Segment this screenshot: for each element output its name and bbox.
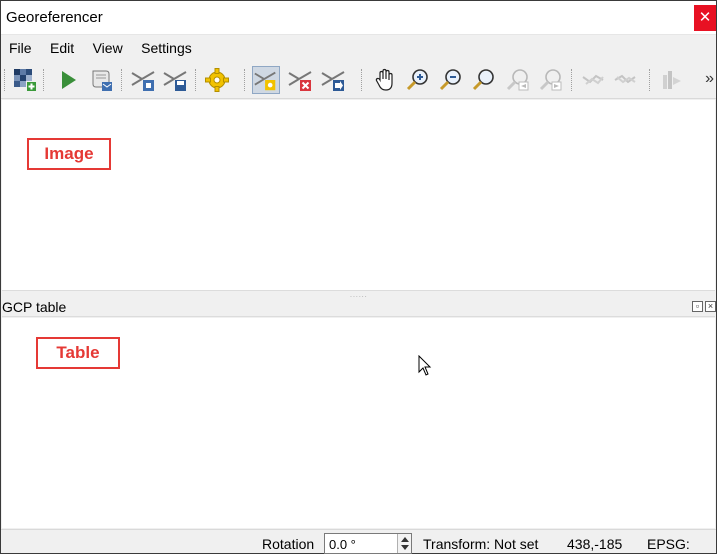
add-point-icon — [254, 71, 276, 91]
spin-up-icon[interactable] — [401, 537, 409, 542]
image-annotation-label: Image — [27, 138, 111, 170]
menu-file[interactable]: File — [7, 36, 34, 60]
gcp-table-title: GCP table — [2, 299, 67, 315]
transform-status: Transform: Not set — [423, 536, 539, 552]
toolbar-separator — [43, 69, 45, 91]
open-raster-button[interactable] — [11, 66, 39, 94]
link-georeferencer-to-qgis-button[interactable] — [579, 66, 607, 94]
generate-gdal-script-icon — [92, 70, 112, 91]
spin-down-icon[interactable] — [401, 545, 409, 550]
link-qgis-to-georeferencer-icon — [614, 74, 636, 84]
delete-point-icon — [288, 71, 312, 91]
coordinates-readout: 438,-185 — [567, 536, 623, 552]
menu-bar: File Edit View Settings — [1, 36, 716, 60]
save-gcp-points-button[interactable] — [162, 66, 190, 94]
close-icon: × — [707, 301, 714, 311]
load-gcp-points-button[interactable] — [130, 66, 158, 94]
menu-view[interactable]: View — [91, 36, 125, 60]
open-raster-icon — [14, 69, 36, 91]
float-icon: ▫ — [695, 301, 700, 311]
close-button[interactable]: ✕ — [694, 5, 716, 31]
menu-edit[interactable]: Edit — [48, 36, 76, 60]
zoom-out-button[interactable] — [437, 66, 465, 94]
image-canvas[interactable]: Image — [2, 100, 715, 290]
toolbar-overflow-button[interactable]: » — [705, 70, 714, 88]
save-gcp-points-icon — [163, 71, 187, 91]
gcp-table-dock-header: GCP table ▫ × — [2, 297, 716, 317]
toolbar-separator — [649, 69, 651, 91]
zoom-last-button[interactable] — [504, 66, 532, 94]
full-histogram-stretch-button[interactable] — [658, 66, 686, 94]
zoom-next-button[interactable] — [537, 66, 565, 94]
move-gcp-point-button[interactable] — [320, 66, 348, 94]
link-georeferencer-to-qgis-icon — [582, 74, 604, 85]
zoom-in-button[interactable] — [404, 66, 432, 94]
window-title: Georeferencer — [6, 9, 103, 26]
mouse-pointer-icon — [418, 355, 432, 376]
rotation-spin-buttons[interactable] — [397, 534, 411, 553]
status-bar: Rotation 0.0 ° Transform: Not set 438,-1… — [1, 529, 716, 554]
transformation-settings-icon — [205, 68, 229, 92]
zoom-last-icon — [506, 69, 529, 91]
zoom-to-layer-button[interactable] — [470, 66, 498, 94]
full-histogram-stretch-icon — [663, 71, 681, 89]
zoom-in-icon — [406, 69, 428, 91]
toolbar-separator — [195, 69, 197, 91]
menu-settings[interactable]: Settings — [139, 36, 194, 60]
toolbar-handle[interactable] — [4, 69, 6, 91]
start-georeferencing-icon — [62, 71, 76, 89]
rotation-label: Rotation — [262, 536, 315, 552]
toolbar-separator — [571, 69, 573, 91]
delete-point-button[interactable] — [287, 66, 315, 94]
float-dock-button[interactable]: ▫ — [692, 301, 703, 312]
toolbar-separator — [121, 69, 123, 91]
epsg-status[interactable]: EPSG: — [647, 536, 690, 552]
pan-button[interactable] — [371, 66, 399, 94]
close-icon: ✕ — [698, 9, 712, 26]
load-gcp-points-icon — [131, 71, 155, 91]
zoom-to-layer-icon — [472, 69, 494, 91]
gcp-table[interactable]: Table — [2, 318, 715, 528]
georeferencer-window: Georeferencer ✕ File Edit View Settings — [0, 0, 717, 554]
close-dock-button[interactable]: × — [705, 301, 716, 312]
start-georeferencing-button[interactable] — [54, 66, 82, 94]
panel-splitter[interactable]: ...... — [2, 290, 715, 299]
generate-gdal-script-button[interactable] — [87, 66, 115, 94]
title-bar: Georeferencer ✕ — [1, 1, 716, 35]
toolbar-separator — [244, 69, 246, 91]
pan-icon — [375, 68, 393, 91]
move-gcp-point-icon — [321, 71, 345, 91]
toolbar-separator — [361, 69, 363, 91]
rotation-value[interactable]: 0.0 ° — [329, 537, 356, 552]
link-qgis-to-georeferencer-button[interactable] — [611, 66, 639, 94]
add-point-button[interactable] — [252, 66, 280, 94]
zoom-out-icon — [439, 69, 461, 91]
toolbar: » — [1, 61, 716, 99]
zoom-next-icon — [539, 69, 562, 91]
transformation-settings-button[interactable] — [203, 66, 231, 94]
rotation-spinbox[interactable]: 0.0 ° — [324, 533, 412, 554]
table-annotation-label: Table — [36, 337, 120, 369]
